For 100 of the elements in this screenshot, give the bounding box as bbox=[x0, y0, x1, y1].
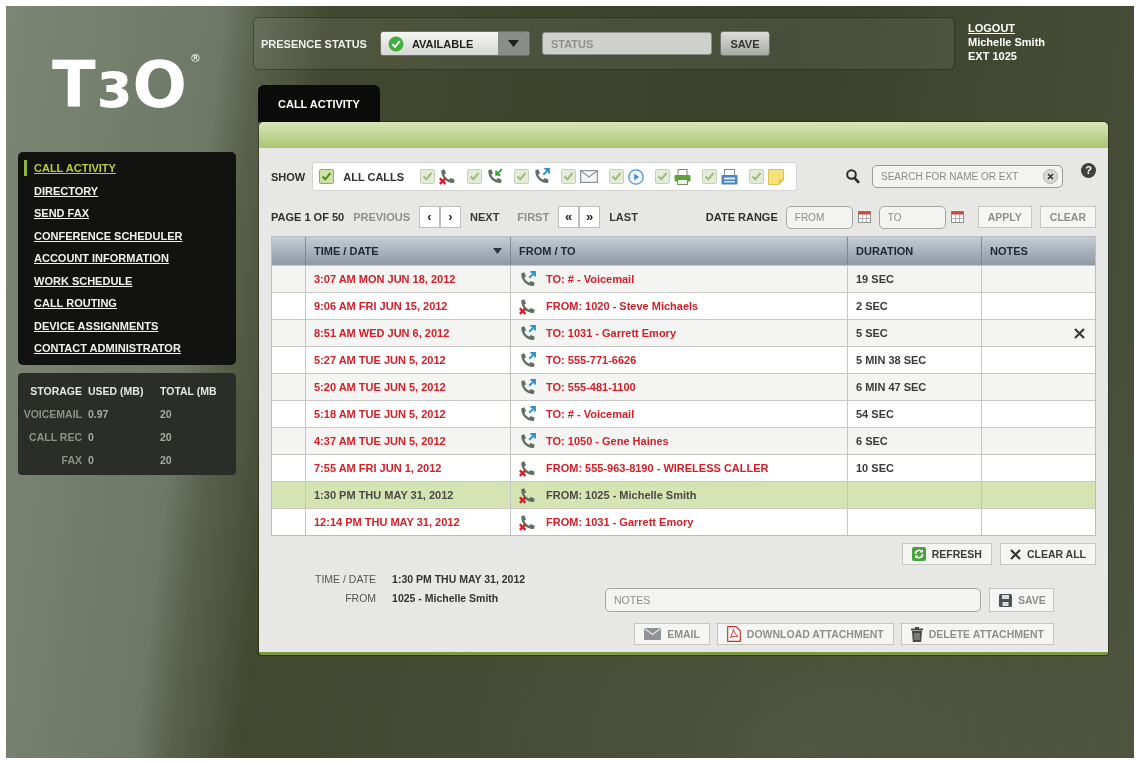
storage-label: FAX bbox=[61, 453, 82, 467]
call-duration: 2 SEC bbox=[856, 300, 888, 312]
checkbox[interactable] bbox=[609, 169, 625, 184]
table-row[interactable]: 8:51 AM WED JUN 6, 2012 TO: 1031 - Garrett Emory 5 SEC bbox=[272, 319, 1095, 346]
fax-icon bbox=[721, 168, 739, 185]
last-link[interactable]: LAST bbox=[609, 211, 638, 223]
call-duration: 6 SEC bbox=[856, 435, 888, 447]
logout-link[interactable]: LOGOUT bbox=[968, 21, 1016, 35]
table-row[interactable]: 9:06 AM FRI JUN 15, 2012 FROM: 1020 - Steve Michaels 2 SEC bbox=[272, 292, 1095, 319]
call-party: FROM: 1031 - Garrett Emory bbox=[546, 516, 694, 528]
checkbox[interactable] bbox=[561, 169, 577, 184]
checkbox[interactable] bbox=[749, 169, 765, 184]
checkbox[interactable] bbox=[467, 169, 483, 184]
search-icon[interactable] bbox=[846, 169, 860, 184]
x-icon bbox=[1009, 548, 1021, 560]
next-link[interactable]: NEXT bbox=[470, 211, 500, 223]
storage-header: TOTAL (MB bbox=[160, 384, 217, 398]
storage-value: 0.97 bbox=[88, 407, 109, 421]
storage-value: 0 bbox=[88, 453, 94, 467]
table-row[interactable]: 5:18 AM TUE JUN 5, 2012 TO: # - Voicemail 54 SEC bbox=[272, 400, 1095, 427]
notes-field[interactable]: NOTES bbox=[605, 588, 981, 612]
search-field[interactable]: SEARCH FOR NAME OR EXT bbox=[872, 165, 1063, 188]
outgoing-call-icon bbox=[519, 405, 536, 423]
storage-value: 20 bbox=[160, 453, 172, 467]
sidebar-link[interactable]: WORK SCHEDULE bbox=[24, 272, 133, 289]
table-row[interactable]: 7:55 AM FRI JUN 1, 2012 FROM: 555-963-8190 - WIRELESS CALLER 10 SEC bbox=[272, 454, 1095, 481]
help-button[interactable]: ? bbox=[1081, 163, 1096, 178]
outgoing-call-icon bbox=[519, 378, 536, 396]
sidebar-link[interactable]: DEVICE ASSIGNMENTS bbox=[24, 317, 159, 334]
storage-value: 20 bbox=[160, 430, 172, 444]
table-row[interactable]: 12:14 PM THU MAY 31, 2012 FROM: 1031 - Garrett Emory bbox=[272, 508, 1095, 535]
sidebar-link[interactable]: CALL ACTIVITY bbox=[24, 160, 116, 176]
storage-header: USED (MB) bbox=[88, 384, 144, 398]
column-header[interactable]: NOTES bbox=[990, 245, 1028, 257]
calendar-icon[interactable] bbox=[857, 211, 871, 223]
to-date-field[interactable]: TO bbox=[878, 205, 946, 229]
detail-value: 1025 - Michelle Smith bbox=[392, 592, 500, 605]
sidebar-link[interactable]: CONFERENCE SCHEDULER bbox=[24, 227, 183, 244]
user-extension: EXT 1025 bbox=[968, 49, 1017, 63]
checkbox[interactable] bbox=[655, 169, 671, 184]
all-calls-label: ALL CALLS bbox=[343, 170, 405, 183]
table-row[interactable]: 1:30 PM THU MAY 31, 2012 FROM: 1025 - Michelle Smith bbox=[272, 481, 1095, 508]
call-party: TO: 555-771-6626 bbox=[546, 354, 637, 366]
presence-select[interactable]: AVAILABLE bbox=[379, 31, 530, 56]
next-page-button[interactable]: › bbox=[440, 206, 461, 228]
close-icon[interactable] bbox=[1074, 327, 1085, 339]
checkbox[interactable] bbox=[702, 169, 718, 184]
clear-search-icon[interactable] bbox=[1043, 169, 1058, 184]
outgoing-call-icon bbox=[533, 168, 551, 185]
from-date-field[interactable]: FROM bbox=[785, 205, 853, 229]
call-time: 7:55 AM FRI JUN 1, 2012 bbox=[314, 462, 442, 474]
call-duration: 19 SEC bbox=[856, 273, 894, 285]
sidebar-link[interactable]: DIRECTORY bbox=[24, 182, 99, 199]
envelope-icon bbox=[644, 628, 662, 640]
previous-page-button[interactable]: ‹ bbox=[419, 206, 440, 228]
sidebar-link[interactable]: CONTACT ADMINISTRATOR bbox=[24, 340, 181, 356]
call-duration: 10 SEC bbox=[856, 462, 894, 474]
trash-icon bbox=[910, 626, 923, 642]
note-icon bbox=[768, 168, 785, 185]
checkbox[interactable] bbox=[514, 169, 530, 184]
first-page-button[interactable]: « bbox=[558, 206, 580, 228]
column-header[interactable]: TIME / DATE bbox=[314, 245, 379, 257]
call-time: 1:30 PM THU MAY 31, 2012 bbox=[314, 489, 454, 501]
storage-label: CALL REC bbox=[29, 430, 82, 444]
missed-call-icon bbox=[519, 513, 536, 531]
call-party: TO: 1031 - Garrett Emory bbox=[546, 327, 676, 339]
missed-call-icon bbox=[439, 168, 457, 185]
table-row[interactable]: 3:07 AM MON JUN 18, 2012 TO: # - Voicemail 19 SEC bbox=[272, 265, 1095, 292]
table-row[interactable]: 4:37 AM TUE JUN 5, 2012 TO: 1050 - Gene Haines 6 SEC bbox=[272, 427, 1095, 454]
calendar-icon[interactable] bbox=[950, 211, 964, 223]
incoming-call-icon bbox=[486, 168, 504, 185]
refresh-button[interactable]: REFRESH bbox=[901, 543, 992, 565]
status-field[interactable]: STATUS bbox=[541, 32, 712, 55]
page-count: PAGE 1 OF 50 bbox=[271, 211, 345, 223]
sidebar-link[interactable]: SEND FAX bbox=[24, 205, 89, 221]
sidebar-link[interactable]: ACCOUNT INFORMATION bbox=[24, 250, 169, 266]
last-page-button[interactable]: » bbox=[579, 206, 601, 228]
save-button[interactable]: SAVE bbox=[719, 31, 770, 56]
clear-all-button[interactable]: CLEAR ALL bbox=[999, 543, 1096, 565]
call-party: TO: # - Voicemail bbox=[546, 273, 635, 285]
call-duration: 54 SEC bbox=[856, 408, 894, 420]
call-party: FROM: 1020 - Steve Michaels bbox=[546, 300, 699, 312]
checkbox[interactable] bbox=[319, 169, 335, 184]
detail-label: TIME / DATE bbox=[315, 573, 377, 586]
call-time: 5:27 AM TUE JUN 5, 2012 bbox=[314, 354, 446, 366]
storage-label: VOICEMAIL bbox=[23, 407, 82, 421]
call-party: TO: 1050 - Gene Haines bbox=[546, 435, 669, 447]
presence-label: PRESENCE STATUS bbox=[261, 37, 367, 50]
call-time: 12:14 PM THU MAY 31, 2012 bbox=[314, 516, 460, 528]
missed-call-icon bbox=[519, 297, 536, 315]
storage-header: STORAGE bbox=[30, 384, 82, 398]
tab[interactable]: CALL ACTIVITY bbox=[258, 85, 380, 122]
play-icon bbox=[628, 168, 645, 185]
table-row[interactable]: 5:20 AM TUE JUN 5, 2012 TO: 555-481-1100 6 MIN 47 SEC bbox=[272, 373, 1095, 400]
sidebar-link[interactable]: CALL ROUTING bbox=[24, 295, 117, 311]
call-duration: 5 MIN 38 SEC bbox=[856, 354, 927, 366]
table-row[interactable]: 5:27 AM TUE JUN 5, 2012 TO: 555-771-6626 5 MIN 38 SEC bbox=[272, 346, 1095, 373]
checkbox[interactable] bbox=[420, 169, 436, 184]
column-header[interactable]: FROM / TO bbox=[519, 245, 576, 257]
column-header[interactable]: DURATION bbox=[856, 245, 914, 257]
